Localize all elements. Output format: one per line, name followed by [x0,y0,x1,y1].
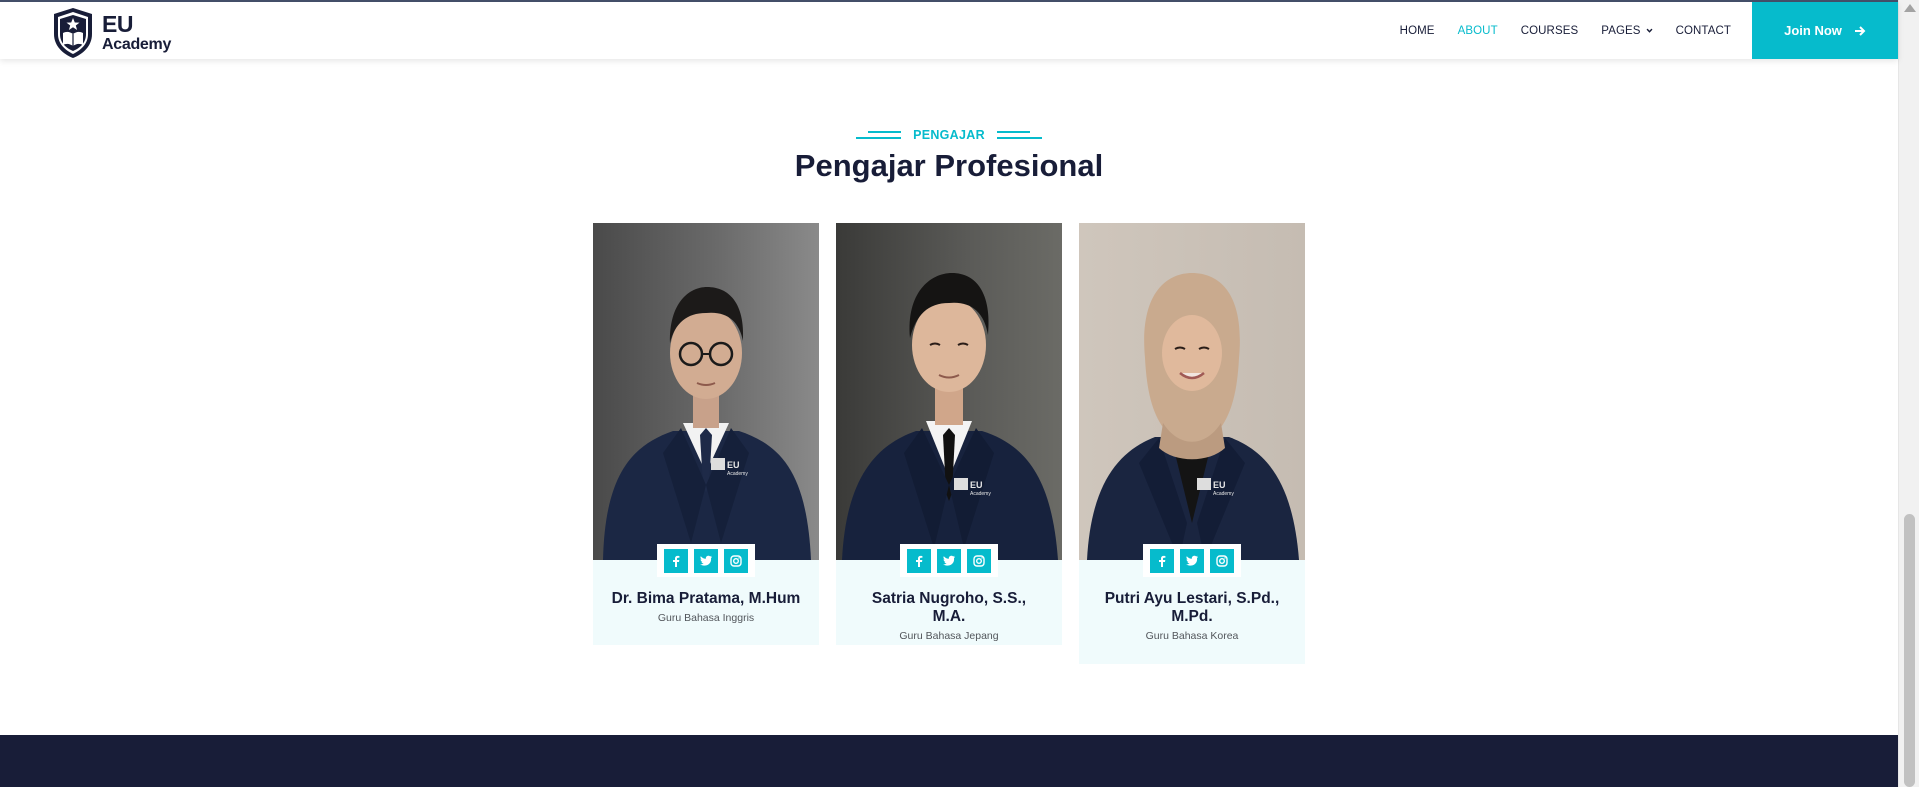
nav-item-home[interactable]: HOME [1400,25,1435,37]
instagram-icon[interactable] [1210,548,1234,573]
join-now-button[interactable]: Join Now [1752,2,1898,59]
twitter-icon[interactable] [1180,548,1204,573]
team-card: EU Academy Putri Ayu Lestari, S.Pd., M.P… [1079,223,1305,664]
portrait-illustration: EU Academy [603,287,811,560]
nav-item-about[interactable]: ABOUT [1458,25,1498,37]
join-now-label: Join Now [1784,23,1842,38]
svg-text:EU: EU [1213,480,1226,490]
svg-text:EU: EU [970,480,983,490]
social-links [900,544,998,577]
scrollbar-thumb[interactable] [1904,514,1915,787]
twitter-icon[interactable] [694,548,718,573]
footer-band [0,735,1898,787]
brand-logo[interactable]: EU Academy [52,7,171,59]
teacher-photo: EU Academy [1079,223,1305,560]
portrait-illustration: EU Academy [842,273,1058,560]
section-subtitle-text: PENGAJAR [913,128,985,142]
teacher-role: Guru Bahasa Korea [1145,630,1239,642]
academy-shield-icon [54,8,92,58]
brand-name: EU Academy [102,13,171,53]
instagram-icon[interactable] [724,548,748,573]
svg-text:Academy: Academy [970,491,991,497]
teacher-name: Putri Ayu Lestari, S.Pd., M.Pd. [1104,590,1280,625]
teacher-name: Satria Nugroho, S.S., M.A. [871,590,1027,625]
scroll-up-arrow-icon[interactable] [1904,4,1916,12]
teacher-photo: EU Academy [836,223,1062,560]
facebook-icon[interactable] [664,548,688,573]
page-scrollbar[interactable] [1898,0,1919,787]
nav-item-pages[interactable]: PAGES [1601,24,1653,37]
teacher-role: Guru Bahasa Inggris [657,612,755,624]
social-links [657,544,755,577]
team-card: EU Academy Dr. Bima Pratama, M.Hum Guru … [593,223,819,645]
portrait-illustration: EU Academy [1087,273,1299,560]
section-title: Pengajar Profesional [794,148,1104,183]
team-card: EU Academy Satria Nugroho, S.S., M.A. Gu… [836,223,1062,645]
subtitle-decor-left [856,131,902,139]
nav-item-pages-label: PAGES [1601,24,1641,37]
chevron-down-icon [1646,28,1653,33]
brand-name-line1: EU [102,11,133,37]
social-links [1143,544,1241,577]
teacher-name: Dr. Bima Pratama, M.Hum [611,590,801,607]
svg-text:Academy: Academy [1213,491,1234,497]
facebook-icon[interactable] [907,548,931,573]
navbar: EU Academy HOME ABOUT COURSES PAGES CONT… [0,2,1898,59]
subtitle-decor-right [996,131,1042,139]
nav-item-courses[interactable]: COURSES [1521,25,1579,37]
section-subtitle: PENGAJAR [0,128,1898,142]
brand-name-line2: Academy [102,36,172,53]
nav-item-contact[interactable]: CONTACT [1676,25,1731,37]
instagram-icon[interactable] [967,548,991,573]
arrow-right-icon [1854,25,1866,36]
svg-text:EU: EU [727,460,740,470]
teacher-photo: EU Academy [593,223,819,560]
main-nav: HOME ABOUT COURSES PAGES CONTACT [1377,2,1731,59]
facebook-icon[interactable] [1150,548,1174,573]
twitter-icon[interactable] [937,548,961,573]
teacher-role: Guru Bahasa Jepang [899,630,999,642]
svg-text:Academy: Academy [727,471,748,477]
